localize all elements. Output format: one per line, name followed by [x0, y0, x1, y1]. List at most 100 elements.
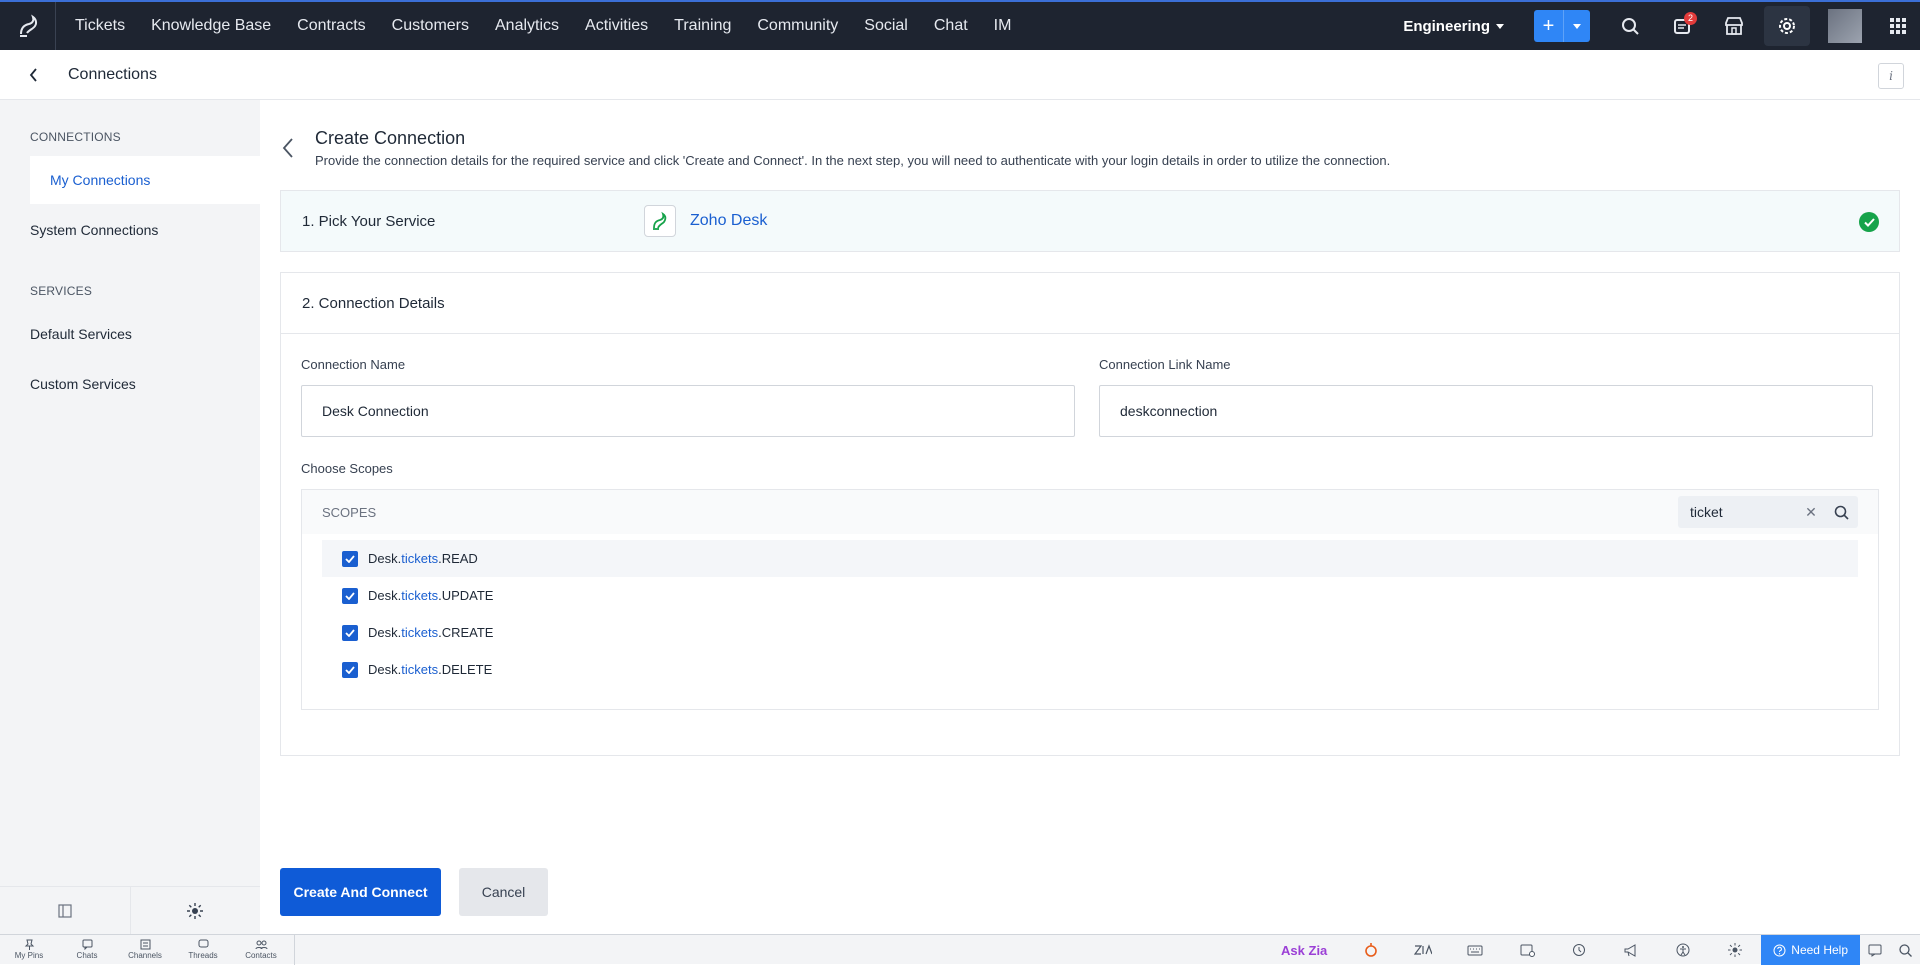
contacts-icon	[255, 940, 267, 950]
scope-row[interactable]: Desk. tickets .DELETE	[322, 651, 1858, 688]
scope-suffix: .READ	[438, 551, 478, 566]
nav-social[interactable]: Social	[851, 2, 921, 50]
scope-prefix: Desk.	[368, 551, 402, 566]
feedback-icon[interactable]	[1860, 935, 1890, 965]
keyboard-icon[interactable]	[1449, 935, 1501, 965]
channels-button[interactable]: Channels	[116, 935, 174, 965]
scope-row[interactable]: Desk. tickets .READ	[322, 540, 1858, 577]
selected-service-name[interactable]: Zoho Desk	[690, 212, 767, 230]
marketplace-icon[interactable]	[1708, 2, 1760, 50]
sidebar-item-default-services[interactable]: Default Services	[0, 310, 260, 358]
threads-icon	[198, 939, 208, 948]
announcement-megaphone-icon[interactable]	[1605, 935, 1657, 965]
page-title: Connections	[68, 65, 157, 83]
chevron-down-icon[interactable]	[1564, 23, 1590, 29]
nav-training[interactable]: Training	[661, 2, 744, 50]
connection-link-name-input[interactable]: deskconnection	[1099, 385, 1873, 437]
theme-sun-icon[interactable]	[131, 887, 261, 934]
scope-match: tickets	[401, 588, 439, 603]
scope-match: tickets	[401, 551, 439, 566]
choose-scopes-label: Choose Scopes	[301, 461, 393, 476]
scope-prefix: Desk.	[368, 625, 402, 640]
scopes-panel: SCOPES ticket ✕ Desk. tickets .READ Desk. t…	[301, 489, 1879, 710]
sidebar: CONNECTIONS My Connections System Connec…	[0, 100, 260, 934]
nav-contracts[interactable]: Contracts	[284, 2, 378, 50]
history-clock-icon[interactable]	[1553, 935, 1605, 965]
back-arrow-icon[interactable]	[0, 67, 68, 82]
nav-analytics[interactable]: Analytics	[482, 2, 572, 50]
nav-activities[interactable]: Activities	[572, 2, 661, 50]
checkbox-checked-icon[interactable]	[342, 587, 358, 604]
nav-knowledge-base[interactable]: Knowledge Base	[138, 2, 284, 50]
zia-logo-icon[interactable]	[1397, 935, 1449, 965]
scope-prefix: Desk.	[368, 588, 402, 603]
chats-label: Chats	[76, 951, 98, 960]
pick-service-step[interactable]: 1. Pick Your Service Zoho Desk	[280, 190, 1900, 252]
my-pins-label: My Pins	[14, 951, 44, 960]
back-chevron-icon[interactable]	[282, 138, 294, 163]
quick-add-button[interactable]: +	[1534, 10, 1590, 42]
sidebar-item-custom-services[interactable]: Custom Services	[0, 360, 260, 408]
sidebar-item-system-connections[interactable]: System Connections	[0, 206, 260, 254]
info-button[interactable]: i	[1878, 63, 1904, 89]
channels-icon	[140, 939, 150, 950]
contacts-button[interactable]: Contacts	[232, 935, 290, 965]
tickets-icon[interactable]	[1501, 935, 1553, 965]
user-avatar[interactable]	[1828, 9, 1862, 43]
ask-zia-button[interactable]: Ask Zia	[1263, 943, 1345, 958]
chat-icon	[82, 939, 92, 950]
my-pins-button[interactable]: My Pins	[0, 935, 58, 965]
scope-row[interactable]: Desk. tickets .CREATE	[322, 614, 1858, 651]
department-switcher[interactable]: Engineering	[1403, 18, 1504, 35]
settings-gear-icon[interactable]	[1764, 6, 1810, 46]
bottom-bar: My Pins Chats Channels Threads Contacts …	[0, 934, 1920, 965]
sidebar-heading-services: SERVICES	[30, 284, 93, 298]
search-icon[interactable]	[1890, 935, 1920, 965]
scope-suffix: .CREATE	[438, 625, 494, 640]
create-connection-description: Provide the connection details for the r…	[315, 153, 1391, 168]
theme-sun-icon[interactable]	[1709, 935, 1761, 965]
scope-match: tickets	[401, 662, 439, 677]
scope-suffix: .UPDATE	[438, 588, 494, 603]
sidebar-footer	[0, 886, 260, 934]
notification-badge: 2	[1684, 12, 1697, 25]
collapse-sidebar-icon[interactable]	[0, 887, 131, 934]
chats-button[interactable]: Chats	[58, 935, 116, 965]
notifications-icon[interactable]: 2	[1656, 2, 1708, 50]
app-grid-icon[interactable]	[1876, 2, 1920, 50]
pin-icon	[24, 939, 34, 950]
checkbox-checked-icon[interactable]	[342, 661, 358, 678]
create-and-connect-button[interactable]: Create And Connect	[280, 868, 441, 916]
app-logo-icon[interactable]	[0, 2, 56, 50]
nav-tickets[interactable]: Tickets	[62, 2, 138, 50]
search-icon[interactable]	[1824, 505, 1858, 520]
nav-community[interactable]: Community	[744, 2, 851, 50]
nav-im[interactable]: IM	[981, 2, 1025, 50]
scope-row[interactable]: Desk. tickets .UPDATE	[322, 577, 1858, 614]
connection-name-input[interactable]: Desk Connection	[301, 385, 1075, 437]
channels-label: Channels	[128, 951, 162, 960]
checkbox-checked-icon[interactable]	[342, 624, 358, 641]
zia-bot-icon[interactable]	[1345, 935, 1397, 965]
nav-customers[interactable]: Customers	[379, 2, 482, 50]
department-name: Engineering	[1403, 17, 1490, 35]
need-help-button[interactable]: Need Help	[1761, 935, 1860, 965]
connection-name-label: Connection Name	[301, 357, 406, 372]
scope-search-box[interactable]: ticket ✕	[1678, 496, 1858, 528]
clear-search-icon[interactable]: ✕	[1798, 504, 1824, 521]
module-tabs: Tickets Knowledge Base Contracts Custome…	[62, 2, 1024, 50]
threads-button[interactable]: Threads	[174, 935, 232, 965]
cancel-button[interactable]: Cancel	[459, 868, 548, 916]
scope-search-input[interactable]: ticket	[1678, 504, 1798, 520]
plus-icon[interactable]: +	[1534, 10, 1564, 42]
need-help-label: Need Help	[1791, 943, 1848, 957]
accessibility-icon[interactable]	[1657, 935, 1709, 965]
checkbox-checked-icon[interactable]	[342, 550, 358, 567]
sidebar-item-my-connections[interactable]: My Connections	[30, 156, 260, 204]
chevron-down-icon	[1496, 23, 1504, 29]
scope-prefix: Desk.	[368, 662, 402, 677]
contacts-label: Contacts	[245, 951, 277, 960]
scopes-header: SCOPES ticket ✕	[302, 490, 1878, 534]
search-icon[interactable]	[1604, 2, 1656, 50]
nav-chat[interactable]: Chat	[921, 2, 981, 50]
